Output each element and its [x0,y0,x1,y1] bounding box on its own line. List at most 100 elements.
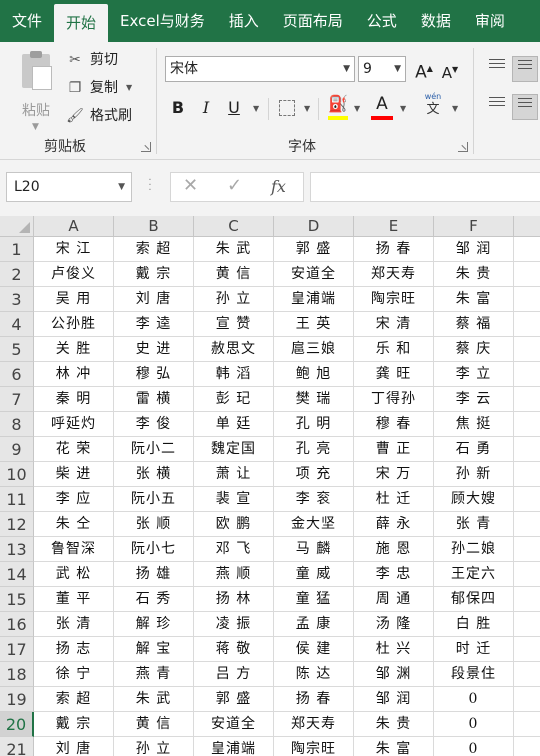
table-cell[interactable]: 王定六 [434,562,514,587]
table-cell[interactable]: 施 恩 [354,537,434,562]
row-header[interactable]: 4 [0,312,34,337]
row-header[interactable]: 10 [0,462,34,487]
table-cell[interactable]: 秦 明 [34,387,114,412]
table-cell[interactable]: 孙 立 [114,737,194,756]
table-cell[interactable]: 郑天寿 [274,712,354,737]
table-cell-empty[interactable] [514,537,540,562]
table-cell[interactable]: 朱 武 [114,687,194,712]
table-cell[interactable]: 李 逵 [114,312,194,337]
table-cell[interactable]: 丁得孙 [354,387,434,412]
table-cell[interactable]: 阮小二 [114,437,194,462]
table-cell[interactable]: 孔 亮 [274,437,354,462]
column-header[interactable]: F [434,216,514,237]
font-size-select[interactable]: 9 ▼ [358,56,406,82]
table-cell[interactable]: 金大坚 [274,512,354,537]
row-header[interactable]: 14 [0,562,34,587]
table-cell[interactable]: 朱 仝 [34,512,114,537]
table-cell[interactable]: 郁保四 [434,587,514,612]
table-cell[interactable]: 扬 春 [274,687,354,712]
table-cell[interactable]: 阮小七 [114,537,194,562]
table-cell-empty[interactable] [514,387,540,412]
increase-font-size-button[interactable]: A▲ [414,57,434,83]
row-header[interactable]: 2 [0,262,34,287]
table-cell[interactable]: 魏定国 [194,437,274,462]
table-cell[interactable]: 鲍 旭 [274,362,354,387]
table-cell[interactable]: 朱 富 [434,287,514,312]
name-box[interactable]: L20 ▼ [6,172,132,202]
formula-input[interactable] [310,172,540,202]
table-cell[interactable]: 0 [434,687,514,712]
table-cell[interactable]: 吕 方 [194,662,274,687]
table-cell-empty[interactable] [514,712,540,737]
row-header[interactable]: 11 [0,487,34,512]
chevron-down-icon[interactable]: ▼ [253,104,259,113]
row-header[interactable]: 18 [0,662,34,687]
table-cell[interactable]: 童 威 [274,562,354,587]
table-cell-empty[interactable] [514,612,540,637]
table-cell[interactable]: 张 顺 [114,512,194,537]
table-cell[interactable]: 朱 富 [354,737,434,756]
align-top-icon[interactable] [484,56,510,82]
drag-handle-icon[interactable]: · · · [148,176,152,196]
table-cell[interactable]: 燕 顺 [194,562,274,587]
table-cell[interactable]: 李 云 [434,387,514,412]
table-cell[interactable]: 乐 和 [354,337,434,362]
table-cell[interactable]: 郭 盛 [274,237,354,262]
table-cell[interactable]: 史 进 [114,337,194,362]
table-cell[interactable]: 朱 武 [194,237,274,262]
table-cell[interactable]: 侯 建 [274,637,354,662]
table-cell[interactable]: 扬 春 [354,237,434,262]
font-dialog-launcher-icon[interactable] [458,142,468,152]
table-cell[interactable]: 扈三娘 [274,337,354,362]
table-cell-empty[interactable] [514,287,540,312]
align-middle-icon[interactable] [512,56,538,82]
row-header[interactable]: 21 [0,737,34,756]
row-header[interactable]: 7 [0,387,34,412]
row-header[interactable]: 12 [0,512,34,537]
column-header-partial[interactable] [514,216,540,237]
table-cell[interactable]: 李 衮 [274,487,354,512]
column-header[interactable]: A [34,216,114,237]
table-cell[interactable]: 扬 林 [194,587,274,612]
row-header[interactable]: 17 [0,637,34,662]
table-cell-empty[interactable] [514,662,540,687]
table-cell[interactable]: 解 宝 [114,637,194,662]
chevron-down-icon[interactable]: ▼ [118,173,125,201]
row-header[interactable]: 13 [0,537,34,562]
row-header[interactable]: 5 [0,337,34,362]
tab-7[interactable]: 审阅 [463,0,517,42]
table-cell[interactable]: 0 [434,712,514,737]
table-cell-empty[interactable] [514,412,540,437]
tab-1[interactable]: 开始 [54,4,109,42]
enter-icon[interactable]: ✓ [227,175,242,196]
tab-4[interactable]: 页面布局 [271,0,355,42]
table-cell[interactable]: 扬 志 [34,637,114,662]
chevron-down-icon[interactable]: ▼ [304,104,310,113]
table-cell[interactable]: 蒋 敬 [194,637,274,662]
fill-color-button[interactable]: ⛽ [326,92,350,120]
column-header[interactable]: C [194,216,274,237]
tab-6[interactable]: 数据 [409,0,463,42]
table-cell[interactable]: 童 猛 [274,587,354,612]
table-cell-empty[interactable] [514,637,540,662]
table-cell[interactable]: 李 俊 [114,412,194,437]
chevron-down-icon[interactable]: ▼ [452,104,458,113]
table-cell-empty[interactable] [514,437,540,462]
tab-3[interactable]: 插入 [217,0,271,42]
table-cell[interactable]: 刘 唐 [114,287,194,312]
table-cell[interactable]: 吴 用 [34,287,114,312]
table-cell[interactable]: 李 应 [34,487,114,512]
table-cell[interactable]: 索 超 [114,237,194,262]
row-header[interactable]: 9 [0,437,34,462]
table-cell[interactable]: 陶宗旺 [274,737,354,756]
table-cell[interactable]: 安道全 [194,712,274,737]
table-cell[interactable]: 徐 宁 [34,662,114,687]
table-cell[interactable]: 董 平 [34,587,114,612]
table-cell[interactable]: 石 秀 [114,587,194,612]
table-cell[interactable]: 蔡 庆 [434,337,514,362]
table-cell[interactable]: 欧 鹏 [194,512,274,537]
row-header[interactable]: 20 [0,712,34,737]
table-cell[interactable]: 雷 横 [114,387,194,412]
table-cell[interactable]: 白 胜 [434,612,514,637]
font-name-select[interactable]: 宋体 ▼ [165,56,355,82]
